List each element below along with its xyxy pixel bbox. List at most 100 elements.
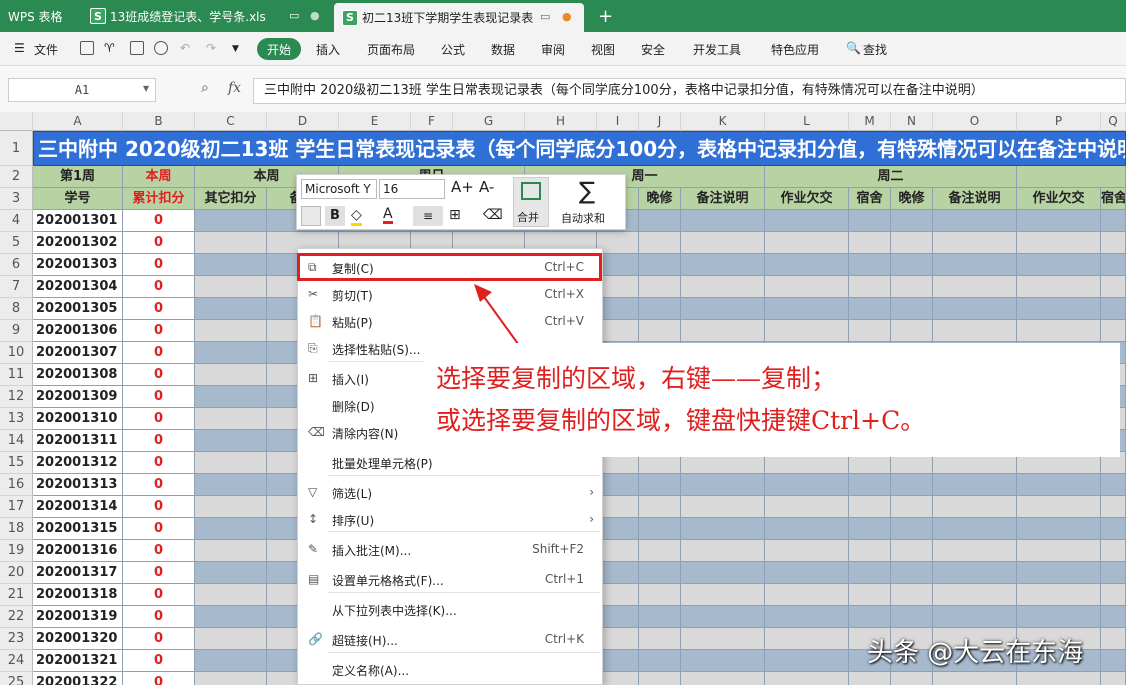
data-cell[interactable] [195,254,267,276]
menu-security[interactable]: 安全 [641,41,665,58]
column-header-E[interactable]: E [339,112,411,131]
total-deduction-cell[interactable]: 0 [123,496,195,518]
menu-file[interactable]: 文件 [34,41,58,58]
column-header-Q[interactable]: Q [1101,112,1126,131]
data-cell[interactable] [765,672,849,685]
context-menu-item[interactable]: 定义名称(A)... [298,656,602,682]
menu-start[interactable]: 开始 [257,38,301,60]
column-header-H[interactable]: H [525,112,597,131]
data-cell[interactable] [597,540,639,562]
context-menu-item[interactable]: 🔗 超链接(H)... Ctrl+K [298,626,602,652]
data-cell[interactable] [849,562,891,584]
data-cell[interactable] [765,606,849,628]
row-header[interactable]: 1 [0,131,33,166]
total-deduction-cell[interactable]: 0 [123,298,195,320]
student-id-cell[interactable]: 202001307 [33,342,123,364]
data-cell[interactable] [933,210,1017,232]
row-header[interactable]: 22 [0,606,33,628]
menu-data[interactable]: 数据 [491,41,515,58]
total-deduction-cell[interactable]: 0 [123,320,195,342]
column-header-B[interactable]: B [123,112,195,131]
row-header[interactable]: 5 [0,232,33,254]
print-icon[interactable] [130,41,144,55]
total-deduction-cell[interactable]: 0 [123,584,195,606]
data-cell[interactable] [891,518,933,540]
data-cell[interactable] [1101,232,1126,254]
data-cell[interactable] [765,474,849,496]
data-cell[interactable] [639,276,681,298]
data-cell[interactable] [933,298,1017,320]
column-header-C[interactable]: C [195,112,267,131]
autosum-button[interactable]: ∑ 自动求和 [559,177,621,227]
menu-review[interactable]: 审阅 [541,41,565,58]
data-cell[interactable] [765,320,849,342]
student-id-cell[interactable]: 202001312 [33,452,123,474]
undo-icon[interactable]: ↶ [180,41,190,55]
data-cell[interactable] [1017,320,1101,342]
column-header-A[interactable]: A [33,112,123,131]
data-cell[interactable] [849,496,891,518]
total-deduction-cell[interactable]: 0 [123,430,195,452]
data-cell[interactable] [891,210,933,232]
bold-button[interactable]: B [325,206,345,226]
border-icon[interactable]: ⊞ [449,207,461,223]
row-header[interactable]: 13 [0,408,33,430]
total-deduction-cell[interactable]: 0 [123,364,195,386]
menu-insert[interactable]: 插入 [316,41,340,58]
data-cell[interactable] [195,386,267,408]
student-id-cell[interactable]: 202001320 [33,628,123,650]
redo-icon[interactable]: ↷ [206,41,216,55]
data-cell[interactable] [1101,276,1126,298]
eraser-icon[interactable]: ⌫ [483,207,503,223]
total-deduction-cell[interactable]: 0 [123,606,195,628]
student-id-cell[interactable]: 202001321 [33,650,123,672]
data-cell[interactable] [597,650,639,672]
data-cell[interactable] [765,562,849,584]
data-cell[interactable] [681,650,765,672]
font-color-button[interactable]: A [383,207,393,224]
data-cell[interactable] [639,254,681,276]
data-cell[interactable] [849,584,891,606]
data-cell[interactable] [639,496,681,518]
student-id-cell[interactable]: 202001310 [33,408,123,430]
data-cell[interactable] [597,320,639,342]
data-cell[interactable] [849,210,891,232]
data-cell[interactable] [765,254,849,276]
shrink-font-icon[interactable]: A- [479,178,494,196]
data-cell[interactable] [639,474,681,496]
data-cell[interactable] [597,474,639,496]
total-deduction-cell[interactable]: 0 [123,562,195,584]
row-header[interactable]: 16 [0,474,33,496]
total-deduction-cell[interactable]: 0 [123,386,195,408]
total-deduction-cell[interactable]: 0 [123,474,195,496]
data-cell[interactable] [849,254,891,276]
data-cell[interactable] [681,496,765,518]
data-cell[interactable] [891,320,933,342]
font-name-select[interactable]: Microsoft Y [301,179,377,199]
row-header[interactable]: 10 [0,342,33,364]
data-cell[interactable] [1017,254,1101,276]
data-cell[interactable] [195,562,267,584]
student-id-cell[interactable]: 202001313 [33,474,123,496]
data-cell[interactable] [195,364,267,386]
column-header-O[interactable]: O [933,112,1017,131]
total-deduction-cell[interactable]: 0 [123,628,195,650]
student-id-cell[interactable]: 202001311 [33,430,123,452]
data-cell[interactable] [1017,584,1101,606]
total-deduction-cell[interactable]: 0 [123,672,195,685]
context-menu-item[interactable]: 📋 粘贴(P) Ctrl+V [298,308,602,334]
data-cell[interactable] [1017,474,1101,496]
data-cell[interactable] [195,606,267,628]
context-menu-item[interactable]: ✎ 插入批注(M)... Shift+F2 [298,536,602,562]
new-tab-button[interactable]: + [596,0,620,32]
font-size-select[interactable]: 16 [379,179,445,199]
chevron-down-icon[interactable]: ▼ [143,84,149,93]
tab-file-2[interactable]: S 初二13班下学期学生表现记录表 ▭ ● [334,3,584,32]
column-header-G[interactable]: G [453,112,525,131]
fx-icon[interactable]: fx [228,80,241,96]
data-cell[interactable] [195,672,267,685]
row-header[interactable]: 24 [0,650,33,672]
data-cell[interactable] [597,518,639,540]
data-cell[interactable] [681,474,765,496]
data-cell[interactable] [681,232,765,254]
